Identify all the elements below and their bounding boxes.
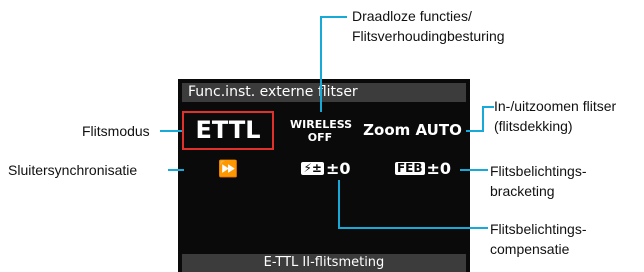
feb-setting[interactable]: FEB ±0 — [378, 158, 468, 180]
wireless-value: OFF — [307, 131, 333, 144]
flash-mode-setting[interactable]: ETTL — [182, 111, 274, 150]
leader-sync — [168, 169, 184, 171]
leader-fec-horizontal — [338, 227, 488, 229]
fec-setting[interactable]: ⚡± ±0 — [296, 158, 356, 180]
flash-exposure-compensation-icon: ⚡± — [301, 161, 324, 175]
feb-icon: FEB — [394, 161, 425, 175]
leader-zoom-horizontal — [466, 130, 482, 132]
fec-value: ±0 — [325, 159, 351, 178]
leader-zoom-vertical — [482, 106, 484, 132]
high-speed-sync-icon: ⏩ — [218, 159, 238, 178]
wireless-setting[interactable]: WIRELESS OFF — [290, 111, 353, 150]
callout-sync: Sluitersynchronisatie — [8, 162, 138, 178]
metering-footer: E-TTL II-flitsmeting — [182, 254, 466, 272]
screen-title: Func.inst. externe flitser — [182, 83, 466, 102]
callout-feb: Flitsbelichtings- bracketing — [490, 163, 587, 199]
callout-flash-mode: Flitsmodus — [82, 123, 150, 139]
leader-flashmode — [160, 130, 182, 132]
leader-wireless-horizontal — [320, 16, 347, 18]
callout-wireless: Draadloze functies/ Flitsverhoudingbestu… — [352, 8, 505, 44]
leader-fec-vertical — [338, 180, 340, 229]
zoom-setting[interactable]: Zoom AUTO — [360, 111, 465, 150]
wireless-label: WIRELESS — [290, 118, 353, 131]
callout-fec: Flitsbelichtings- compensatie — [490, 221, 587, 257]
shutter-sync-setting[interactable]: ⏩ — [188, 158, 268, 180]
leader-zoom-top — [482, 106, 494, 108]
leader-feb — [460, 169, 488, 171]
leader-wireless-vertical — [320, 16, 322, 112]
callout-zoom: In-/uitzoomen flitser (flitsdekking) — [494, 98, 617, 134]
feb-value: ±0 — [426, 159, 452, 178]
